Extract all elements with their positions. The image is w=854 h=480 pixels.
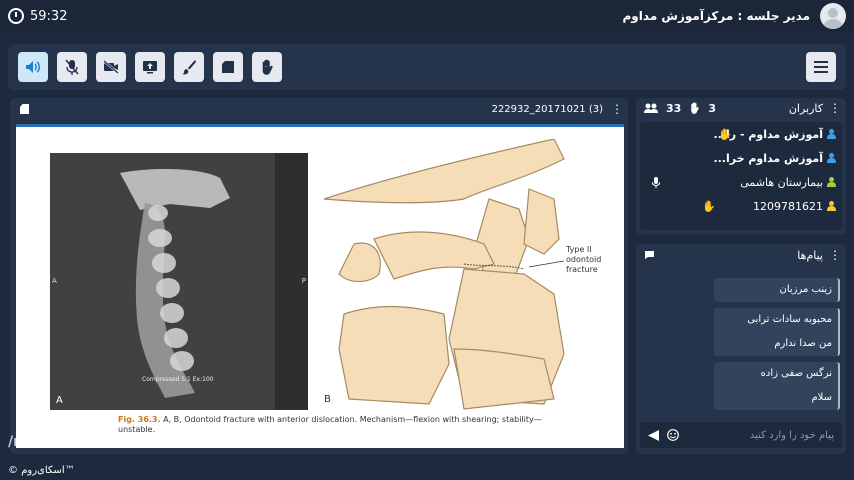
ct-spine-drawing: Compressed 5:1 Ex:100: [50, 153, 308, 410]
user-name: آموزش مداوم خرا...: [713, 151, 823, 165]
files-button[interactable]: [213, 52, 243, 82]
menu-icon: [814, 61, 828, 63]
message-author: نرگس صفی زاده: [760, 368, 832, 379]
timer-text: 59:32: [30, 8, 68, 24]
type-label-line: fracture: [566, 265, 598, 274]
list-item[interactable]: بیمارستان هاشمی: [640, 170, 842, 194]
message-bubble: زینب مرزبان: [714, 278, 840, 302]
list-item[interactable]: 1209781621 ✋: [640, 194, 842, 218]
users-icon: [644, 103, 658, 113]
screen-share-icon: [143, 61, 157, 74]
user-name: 1209781621: [753, 199, 823, 213]
presentation-filename: 222932_20171021 (3): [491, 103, 603, 115]
type-label-line: Type II: [566, 245, 592, 254]
user-icon: [827, 129, 836, 139]
users-title: کاربران: [788, 101, 823, 115]
camera-off-icon: [103, 60, 119, 74]
emoji-icon[interactable]: [667, 429, 679, 441]
brush-button[interactable]: [174, 52, 204, 82]
hand-count-icon: [691, 102, 700, 114]
presentation-panel: 222932_20171021 (3) ⋮ Compressed 5:1 Ex:…: [10, 98, 628, 454]
message-text: سلام: [811, 392, 832, 403]
list-item[interactable]: آموزش مداوم خرا...: [640, 146, 842, 170]
ct-side-marker-p: P: [301, 277, 306, 285]
ct-figure-label: A: [56, 395, 63, 406]
messages-panel: ⋮ پیام‌ها زینب مرزبان محبوبه سادات ترابی…: [636, 244, 846, 454]
ct-scan-image: Compressed 5:1 Ex:100 A P A: [50, 153, 308, 410]
raise-hand-button[interactable]: [252, 52, 282, 82]
users-count: 33: [666, 101, 682, 115]
brush-icon: [182, 60, 196, 75]
ct-scan-text: Compressed 5:1 Ex:100: [142, 376, 214, 383]
watermark-handle: /nkumscme: [8, 434, 98, 450]
message-text: من صدا ندارم: [774, 338, 832, 349]
messages-options-icon[interactable]: ⋮: [829, 248, 841, 262]
presentation-header: 222932_20171021 (3) ⋮: [10, 98, 628, 120]
presentation-options-icon[interactable]: ⋮: [611, 102, 623, 116]
send-icon[interactable]: [648, 429, 659, 441]
user-icon: [827, 177, 836, 187]
diagram-figure-label: B: [324, 394, 331, 405]
speaker-icon: [26, 61, 40, 73]
chat-icon: [645, 251, 654, 259]
user-icon: [827, 201, 836, 211]
type-ii-label: Type II odontoid fracture: [566, 245, 601, 275]
user-counts: 33 3: [644, 102, 716, 115]
odontoid-diagram: [323, 139, 565, 410]
slide-canvas: Compressed 5:1 Ex:100 A P A Type II odon…: [16, 124, 624, 448]
messages-title: پیام‌ها: [797, 248, 823, 262]
ct-side-marker-a: A: [52, 277, 57, 285]
toolbar: [8, 44, 846, 90]
microphone-button[interactable]: [57, 52, 87, 82]
screen-share-button[interactable]: [135, 52, 165, 82]
list-item[interactable]: آموزش مداوم - را... ✋: [640, 122, 842, 146]
users-options-icon[interactable]: ⋮: [829, 101, 841, 115]
session-user[interactable]: مدیر جلسه : مرکزآموزش مداوم: [623, 3, 846, 29]
caption-text: A, B, Odontoid fracture with anterior di…: [118, 415, 542, 434]
message-author: محبوبه سادات ترابی: [747, 314, 832, 325]
message-bubble: محبوبه سادات ترابی من صدا ندارم: [714, 308, 840, 356]
menu-icon-bar: [814, 66, 828, 68]
raised-hand-icon: ✋: [702, 199, 716, 213]
raised-hand-icon: ✋: [718, 127, 732, 141]
message-input[interactable]: پیام خود را وارد کنید: [640, 422, 842, 448]
clock-icon: [8, 8, 24, 24]
messages-header: ⋮ پیام‌ها: [636, 244, 846, 266]
users-header: 33 3 کاربران ⋮: [636, 98, 846, 118]
avatar[interactable]: [820, 3, 846, 29]
user-icon: [827, 153, 836, 163]
top-bar: 59:32 مدیر جلسه : مرکزآموزش مداوم: [0, 0, 854, 32]
mic-icon: [652, 177, 660, 188]
speaker-button[interactable]: [18, 52, 48, 82]
file-icon: [20, 104, 29, 114]
watermark-brand: © اسکای‌روم™: [8, 465, 75, 476]
session-timer: 59:32: [8, 8, 67, 24]
type-label-line: odontoid: [566, 255, 602, 264]
hands-count: 3: [708, 101, 716, 115]
app-root: 59:32 مدیر جلسه : مرکزآموزش مداوم 222932…: [0, 0, 854, 480]
message-author: زینب مرزبان: [779, 284, 832, 295]
message-input-placeholder: پیام خود را وارد کنید: [749, 429, 834, 441]
menu-icon-bar: [814, 71, 828, 73]
message-bubble: نرگس صفی زاده سلام: [714, 362, 840, 410]
users-panel: 33 3 کاربران ⋮ آموزش مداوم - را... ✋ آمو…: [636, 98, 846, 235]
users-list: آموزش مداوم - را... ✋ آموزش مداوم خرا...…: [640, 122, 842, 230]
menu-button[interactable]: [806, 52, 836, 82]
camera-button[interactable]: [96, 52, 126, 82]
hand-icon: [262, 59, 273, 75]
user-name: بیمارستان هاشمی: [740, 175, 823, 189]
mic-off-icon: [65, 59, 79, 75]
caption-fig-number: Fig. 36.3.: [118, 415, 161, 424]
session-user-label: مدیر جلسه : مرکزآموزش مداوم: [622, 9, 810, 23]
folder-icon: [222, 61, 234, 73]
figure-caption: Fig. 36.3. A, B, Odontoid fracture with …: [118, 415, 548, 435]
